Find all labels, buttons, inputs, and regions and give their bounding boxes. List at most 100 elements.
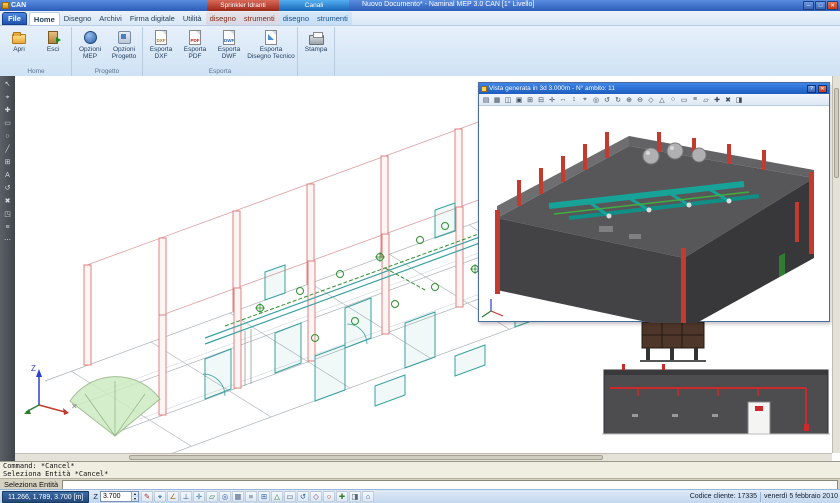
ribbon: Apri Esci Home Opzioni MEP Opzioni Proge… <box>0 26 840 76</box>
viewer-toolbar-icon[interactable]: ≡ <box>690 96 700 103</box>
viewer-toolbar-icon[interactable]: ✖ <box>723 96 733 104</box>
vertical-scrollbar[interactable] <box>832 76 840 453</box>
tab-home[interactable]: Home <box>29 12 60 25</box>
viewer-toolbar-icon[interactable]: ↻ <box>613 96 623 104</box>
viewer-toolbar-icon[interactable]: ▤ <box>481 96 491 104</box>
quick-access-toolbar[interactable]: CAN <box>2 0 26 11</box>
viewer-help-button[interactable]: ? <box>807 85 816 93</box>
viewer-toolbar-icon[interactable]: ⊕ <box>624 96 634 104</box>
window-title: Nuovo Documento* - Naminal MEP 3.0 CAN [… <box>362 1 534 8</box>
quick-access-label[interactable]: CAN <box>11 2 26 9</box>
viewer-3d-view[interactable] <box>479 106 829 321</box>
status-icon[interactable]: ◎ <box>219 491 231 502</box>
viewer-toolbar-icon[interactable]: ⌖ <box>580 96 590 104</box>
tab-firma-digitale[interactable]: Firma digitale <box>126 12 179 25</box>
viewer-toolbar-icon[interactable]: ○ <box>668 96 678 103</box>
context-group-sprinkler[interactable]: Sprinkler Idranti <box>207 0 279 11</box>
viewer-close-button[interactable]: ✕ <box>818 85 827 93</box>
toolbar-icon[interactable]: ✚ <box>2 105 14 116</box>
toolbar-icon[interactable]: ↺ <box>2 183 14 194</box>
tab-sprinkler-strumenti[interactable]: strumenti <box>240 12 279 25</box>
z-stepper[interactable]: ▲ ▼ <box>100 491 139 502</box>
status-icon[interactable]: ◨ <box>349 491 361 502</box>
toolbar-icon[interactable]: A <box>2 170 14 181</box>
z-down-button[interactable]: ▼ <box>131 497 138 502</box>
viewer-window[interactable]: Vista generata in 3d 3.000m - N° ambito:… <box>478 82 830 322</box>
toolbar-icon[interactable]: ◳ <box>2 209 14 220</box>
tab-canali-disegno[interactable]: disegno <box>279 12 313 25</box>
status-icon[interactable]: ≡ <box>245 491 257 502</box>
exit-button[interactable]: Esci <box>36 27 70 67</box>
tab-utilita[interactable]: Utilità <box>179 12 206 25</box>
viewer-toolbar[interactable]: ▤▦◫▣⊞⊟✛↔↕⌖◎↺↻⊕⊖◇△○▭≡▱✚✖◨ <box>479 94 829 106</box>
mep-options-button[interactable]: Opzioni MEP <box>73 27 107 67</box>
status-icon[interactable]: ○ <box>323 491 335 502</box>
toolbar-icon[interactable]: ✖ <box>2 196 14 207</box>
command-input[interactable] <box>62 480 838 490</box>
tab-canali-strumenti[interactable]: strumenti <box>313 12 352 25</box>
toolbar-icon[interactable]: ≡ <box>2 222 14 233</box>
z-input[interactable] <box>101 492 131 501</box>
viewer-toolbar-icon[interactable]: ⊖ <box>635 96 645 104</box>
toolbar-icon[interactable]: ⋯ <box>2 235 14 246</box>
tab-sprinkler-disegno[interactable]: disegno <box>206 12 240 25</box>
toolbar-icon[interactable]: ⊞ <box>2 157 14 168</box>
viewer-toolbar-icon[interactable]: ↔ <box>558 96 568 103</box>
status-icon[interactable]: ⊞ <box>258 491 270 502</box>
status-icon[interactable]: ⌂ <box>362 491 374 502</box>
project-options-button[interactable]: Opzioni Progetto <box>107 27 141 67</box>
context-group-canali[interactable]: Canali <box>279 0 349 11</box>
viewer-toolbar-icon[interactable]: ▦ <box>492 96 502 104</box>
minimize-button[interactable]: ─ <box>803 1 814 10</box>
status-icon[interactable]: ↺ <box>297 491 309 502</box>
horizontal-scrollbar[interactable] <box>15 453 832 461</box>
status-icon[interactable]: ▱ <box>206 491 218 502</box>
status-icon[interactable]: △ <box>271 491 283 502</box>
drawing-toolbar[interactable]: ↖ ⌖ ✚ ▭ ○ ╱ ⊞ A ↺ ✖ ◳ ≡ ⋯ <box>0 76 15 461</box>
viewer-toolbar-icon[interactable]: ✛ <box>547 96 557 104</box>
toolbar-icon[interactable]: ▭ <box>2 118 14 129</box>
close-button[interactable]: ✕ <box>827 1 838 10</box>
toolbar-icon[interactable]: ╱ <box>2 144 14 155</box>
horizontal-scrollbar-thumb[interactable] <box>129 455 603 460</box>
open-button[interactable]: Apri <box>2 27 36 67</box>
viewer-toolbar-icon[interactable]: ◫ <box>503 96 513 104</box>
status-icon[interactable]: ◇ <box>310 491 322 502</box>
viewer-toolbar-icon[interactable]: ⊞ <box>525 96 535 104</box>
maximize-button[interactable]: □ <box>815 1 826 10</box>
viewer-toolbar-icon[interactable]: ◨ <box>734 96 744 104</box>
status-icon[interactable]: ✚ <box>336 491 348 502</box>
status-icon[interactable]: ✛ <box>193 491 205 502</box>
viewer-toolbar-icon[interactable]: ▣ <box>514 96 524 104</box>
export-dxf-button[interactable]: DXF Esporta DXF <box>144 27 178 67</box>
toolbar-icon[interactable]: ○ <box>2 131 14 142</box>
toolbar-icon[interactable]: ⌖ <box>2 92 14 103</box>
export-technical-drawing-button[interactable]: Esporta Disegno Tecnico <box>246 27 296 67</box>
viewer-toolbar-icon[interactable]: ◇ <box>646 96 656 104</box>
toolbar-icon[interactable]: ↖ <box>2 79 14 90</box>
file-menu-button[interactable]: File <box>2 12 27 25</box>
viewer-title-bar[interactable]: Vista generata in 3d 3.000m - N° ambito:… <box>479 83 829 94</box>
export-dwf-button[interactable]: DWF Esporta DWF <box>212 27 246 67</box>
print-button[interactable]: Stampa <box>299 27 333 67</box>
tab-archivi[interactable]: Archivi <box>95 12 126 25</box>
status-toggle-icons[interactable]: ✎⌖∠⊥✛▱◎▦≡⊞△▭↺◇○✚◨⌂ <box>141 491 374 502</box>
export-pdf-button[interactable]: PDF Esporta PDF <box>178 27 212 67</box>
drawing-canvas[interactable]: Vista generata in 3d 3.000m - N° ambito:… <box>15 76 832 453</box>
viewer-toolbar-icon[interactable]: ◎ <box>591 96 601 104</box>
viewer-toolbar-icon[interactable]: ↕ <box>569 96 579 103</box>
vertical-scrollbar-thumb[interactable] <box>834 88 839 178</box>
viewer-toolbar-icon[interactable]: ↺ <box>602 96 612 104</box>
viewer-toolbar-icon[interactable]: △ <box>657 96 667 104</box>
status-icon[interactable]: ▭ <box>284 491 296 502</box>
status-icon[interactable]: ∠ <box>167 491 179 502</box>
viewer-toolbar-icon[interactable]: ▭ <box>679 96 689 104</box>
viewer-toolbar-icon[interactable]: ✚ <box>712 96 722 104</box>
tab-disegno[interactable]: Disegno <box>60 12 96 25</box>
status-icon[interactable]: ✎ <box>141 491 153 502</box>
status-icon[interactable]: ⊥ <box>180 491 192 502</box>
viewer-toolbar-icon[interactable]: ⊟ <box>536 96 546 104</box>
status-icon[interactable]: ▦ <box>232 491 244 502</box>
viewer-toolbar-icon[interactable]: ▱ <box>701 96 711 104</box>
status-icon[interactable]: ⌖ <box>154 491 166 502</box>
